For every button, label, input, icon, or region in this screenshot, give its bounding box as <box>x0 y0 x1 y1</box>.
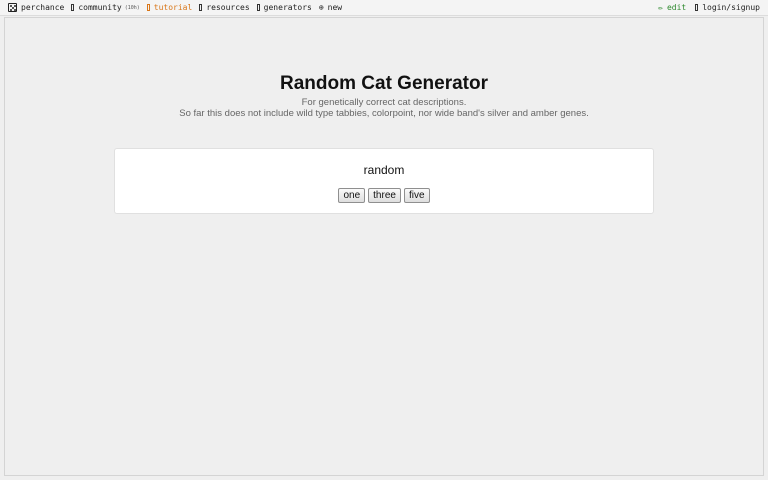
nav-perchance-label: perchance <box>21 3 65 12</box>
page-note: So far this does not include wild type t… <box>179 108 589 119</box>
community-count: (10h) <box>124 4 140 11</box>
nav-community[interactable]: community (10h) <box>71 3 140 12</box>
pencil-icon: ✏ <box>658 3 663 12</box>
page-title: Random Cat Generator <box>280 73 488 94</box>
generator-card: random one three five <box>114 148 654 214</box>
five-button[interactable]: five <box>403 188 430 203</box>
nav-community-label: community <box>78 3 122 12</box>
nav-edit[interactable]: ✏ edit <box>658 3 686 12</box>
nav-new[interactable]: ⊕ new <box>319 3 342 12</box>
nav-generators-label: generators <box>263 3 312 12</box>
one-button[interactable]: one <box>338 188 366 203</box>
nav-new-label: new <box>327 3 343 12</box>
nav-edit-label: edit <box>666 3 687 12</box>
user-icon <box>695 4 699 11</box>
nav-resources-label: resources <box>206 3 250 12</box>
nav-login[interactable]: login/signup <box>695 3 760 12</box>
nav-resources[interactable]: resources <box>199 3 250 12</box>
nav-tutorial-label: tutorial <box>153 3 193 12</box>
page-header: Random Cat Generator For genetically cor… <box>0 73 768 119</box>
top-nav-bar: perchance community (10h) tutorial resou… <box>0 0 768 16</box>
three-button[interactable]: three <box>368 188 401 203</box>
die-icon <box>8 3 17 12</box>
doc-icon <box>199 4 203 11</box>
nav-left: perchance community (10h) tutorial resou… <box>0 0 349 16</box>
book-icon <box>146 4 150 11</box>
plus-circle-icon: ⊕ <box>318 3 324 12</box>
nav-perchance[interactable]: perchance <box>8 3 64 12</box>
doc-icon <box>256 4 260 11</box>
nav-login-label: login/signup <box>702 3 760 12</box>
nav-right: ✏ edit login/signup <box>649 0 768 16</box>
chat-icon <box>71 4 75 11</box>
nav-generators[interactable]: generators <box>256 3 312 12</box>
generator-buttons: one three five <box>115 188 653 203</box>
page-subtitle: For genetically correct cat descriptions… <box>301 97 467 108</box>
generator-output: random <box>363 163 405 177</box>
nav-tutorial[interactable]: tutorial <box>146 3 193 12</box>
